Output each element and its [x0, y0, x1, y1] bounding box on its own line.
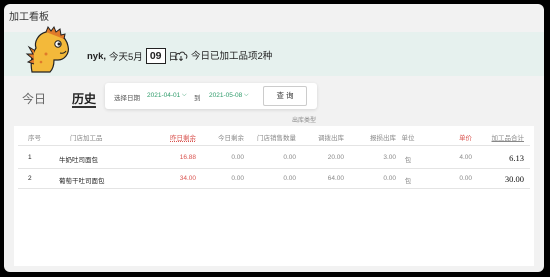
- row-store-sales: 0.00: [283, 175, 296, 182]
- row-index: 2: [28, 175, 32, 182]
- hero-banner: [4, 32, 544, 76]
- row-scrap-out: 0.00: [383, 175, 396, 182]
- row-scrap-out: 3.00: [383, 154, 396, 161]
- row-unit: 包: [404, 157, 412, 164]
- col-scrap-out: 报损出库: [370, 135, 396, 142]
- row-total: 6.13: [509, 153, 524, 163]
- date-label: 选择日期: [114, 95, 140, 102]
- col-prev-remaining[interactable]: 昨日剩余: [152, 132, 196, 142]
- col-store-sales: 门店销售数量: [257, 135, 296, 142]
- to-label: 到: [194, 95, 201, 102]
- col-unit: 单位: [401, 135, 415, 142]
- row-unit: 包: [404, 178, 412, 185]
- row-today-remaining: 0.00: [231, 175, 244, 182]
- row-divider: [18, 188, 530, 189]
- row-unit-price: 4.00: [459, 154, 472, 161]
- col-today-remaining: 今日剩余: [218, 135, 244, 142]
- window-title: 加工看板: [9, 12, 49, 23]
- row-divider: [18, 168, 530, 169]
- col-transfer-out: 调拨出库: [318, 135, 344, 142]
- processing-table: 序号 门店加工品 昨日剩余 今日剩余 门店销售数量 调拨出库 报损出库 单位 单…: [14, 126, 534, 266]
- col-product: 门店加工品: [70, 135, 103, 142]
- end-date-picker[interactable]: 2021-05-08: [209, 92, 242, 99]
- start-date-picker[interactable]: 2021-04-01: [147, 92, 180, 99]
- app-window: 加工看板 nyk, 今天5月 09 日 今日已加工品项2种 今日 历史 选择日期…: [4, 4, 544, 272]
- active-tab-indicator: [72, 106, 96, 108]
- col-unit-price: 单价: [459, 135, 472, 142]
- today-prefix: 今天5月: [109, 52, 143, 63]
- tab-history[interactable]: 历史: [72, 90, 96, 107]
- col-index: 序号: [28, 135, 41, 142]
- col-total[interactable]: 加工品合计: [486, 132, 525, 142]
- day-box: 09: [145, 48, 166, 64]
- row-transfer-out: 20.00: [327, 154, 344, 161]
- row-unit-price: 0.00: [459, 175, 472, 182]
- chevron-down-icon: ⌵: [244, 92, 249, 98]
- outbound-type-header: 出库类型: [292, 118, 317, 124]
- row-product: 牛奶吐司面包: [59, 157, 98, 164]
- chevron-down-icon: ⌵: [182, 92, 187, 98]
- header-divider: [18, 145, 530, 146]
- row-transfer-out: 64.00: [327, 175, 344, 182]
- row-index: 1: [28, 154, 32, 161]
- row-today-remaining: 0.00: [231, 154, 244, 161]
- processed-summary: 今日已加工品项2种: [174, 48, 272, 62]
- processed-text: 今日已加工品项2种: [191, 51, 273, 62]
- row-prev-remaining: 34.00: [179, 175, 196, 182]
- query-button[interactable]: 查 询: [263, 86, 307, 106]
- cloud-icon: [174, 51, 188, 61]
- row-prev-remaining: 16.88: [179, 154, 196, 161]
- user-name: nyk,: [87, 50, 107, 62]
- row-total: 30.00: [504, 174, 524, 184]
- row-product: 葡萄干吐司面包: [59, 178, 105, 185]
- date-filter: 选择日期 2021-04-01 ⌵ 到 2021-05-08 ⌵ 查 询: [105, 83, 317, 109]
- greeting: nyk, 今天5月 09 日: [87, 48, 178, 64]
- dinosaur-mascot-icon: [25, 26, 69, 73]
- tab-today[interactable]: 今日: [22, 90, 46, 107]
- row-store-sales: 0.00: [283, 154, 296, 161]
